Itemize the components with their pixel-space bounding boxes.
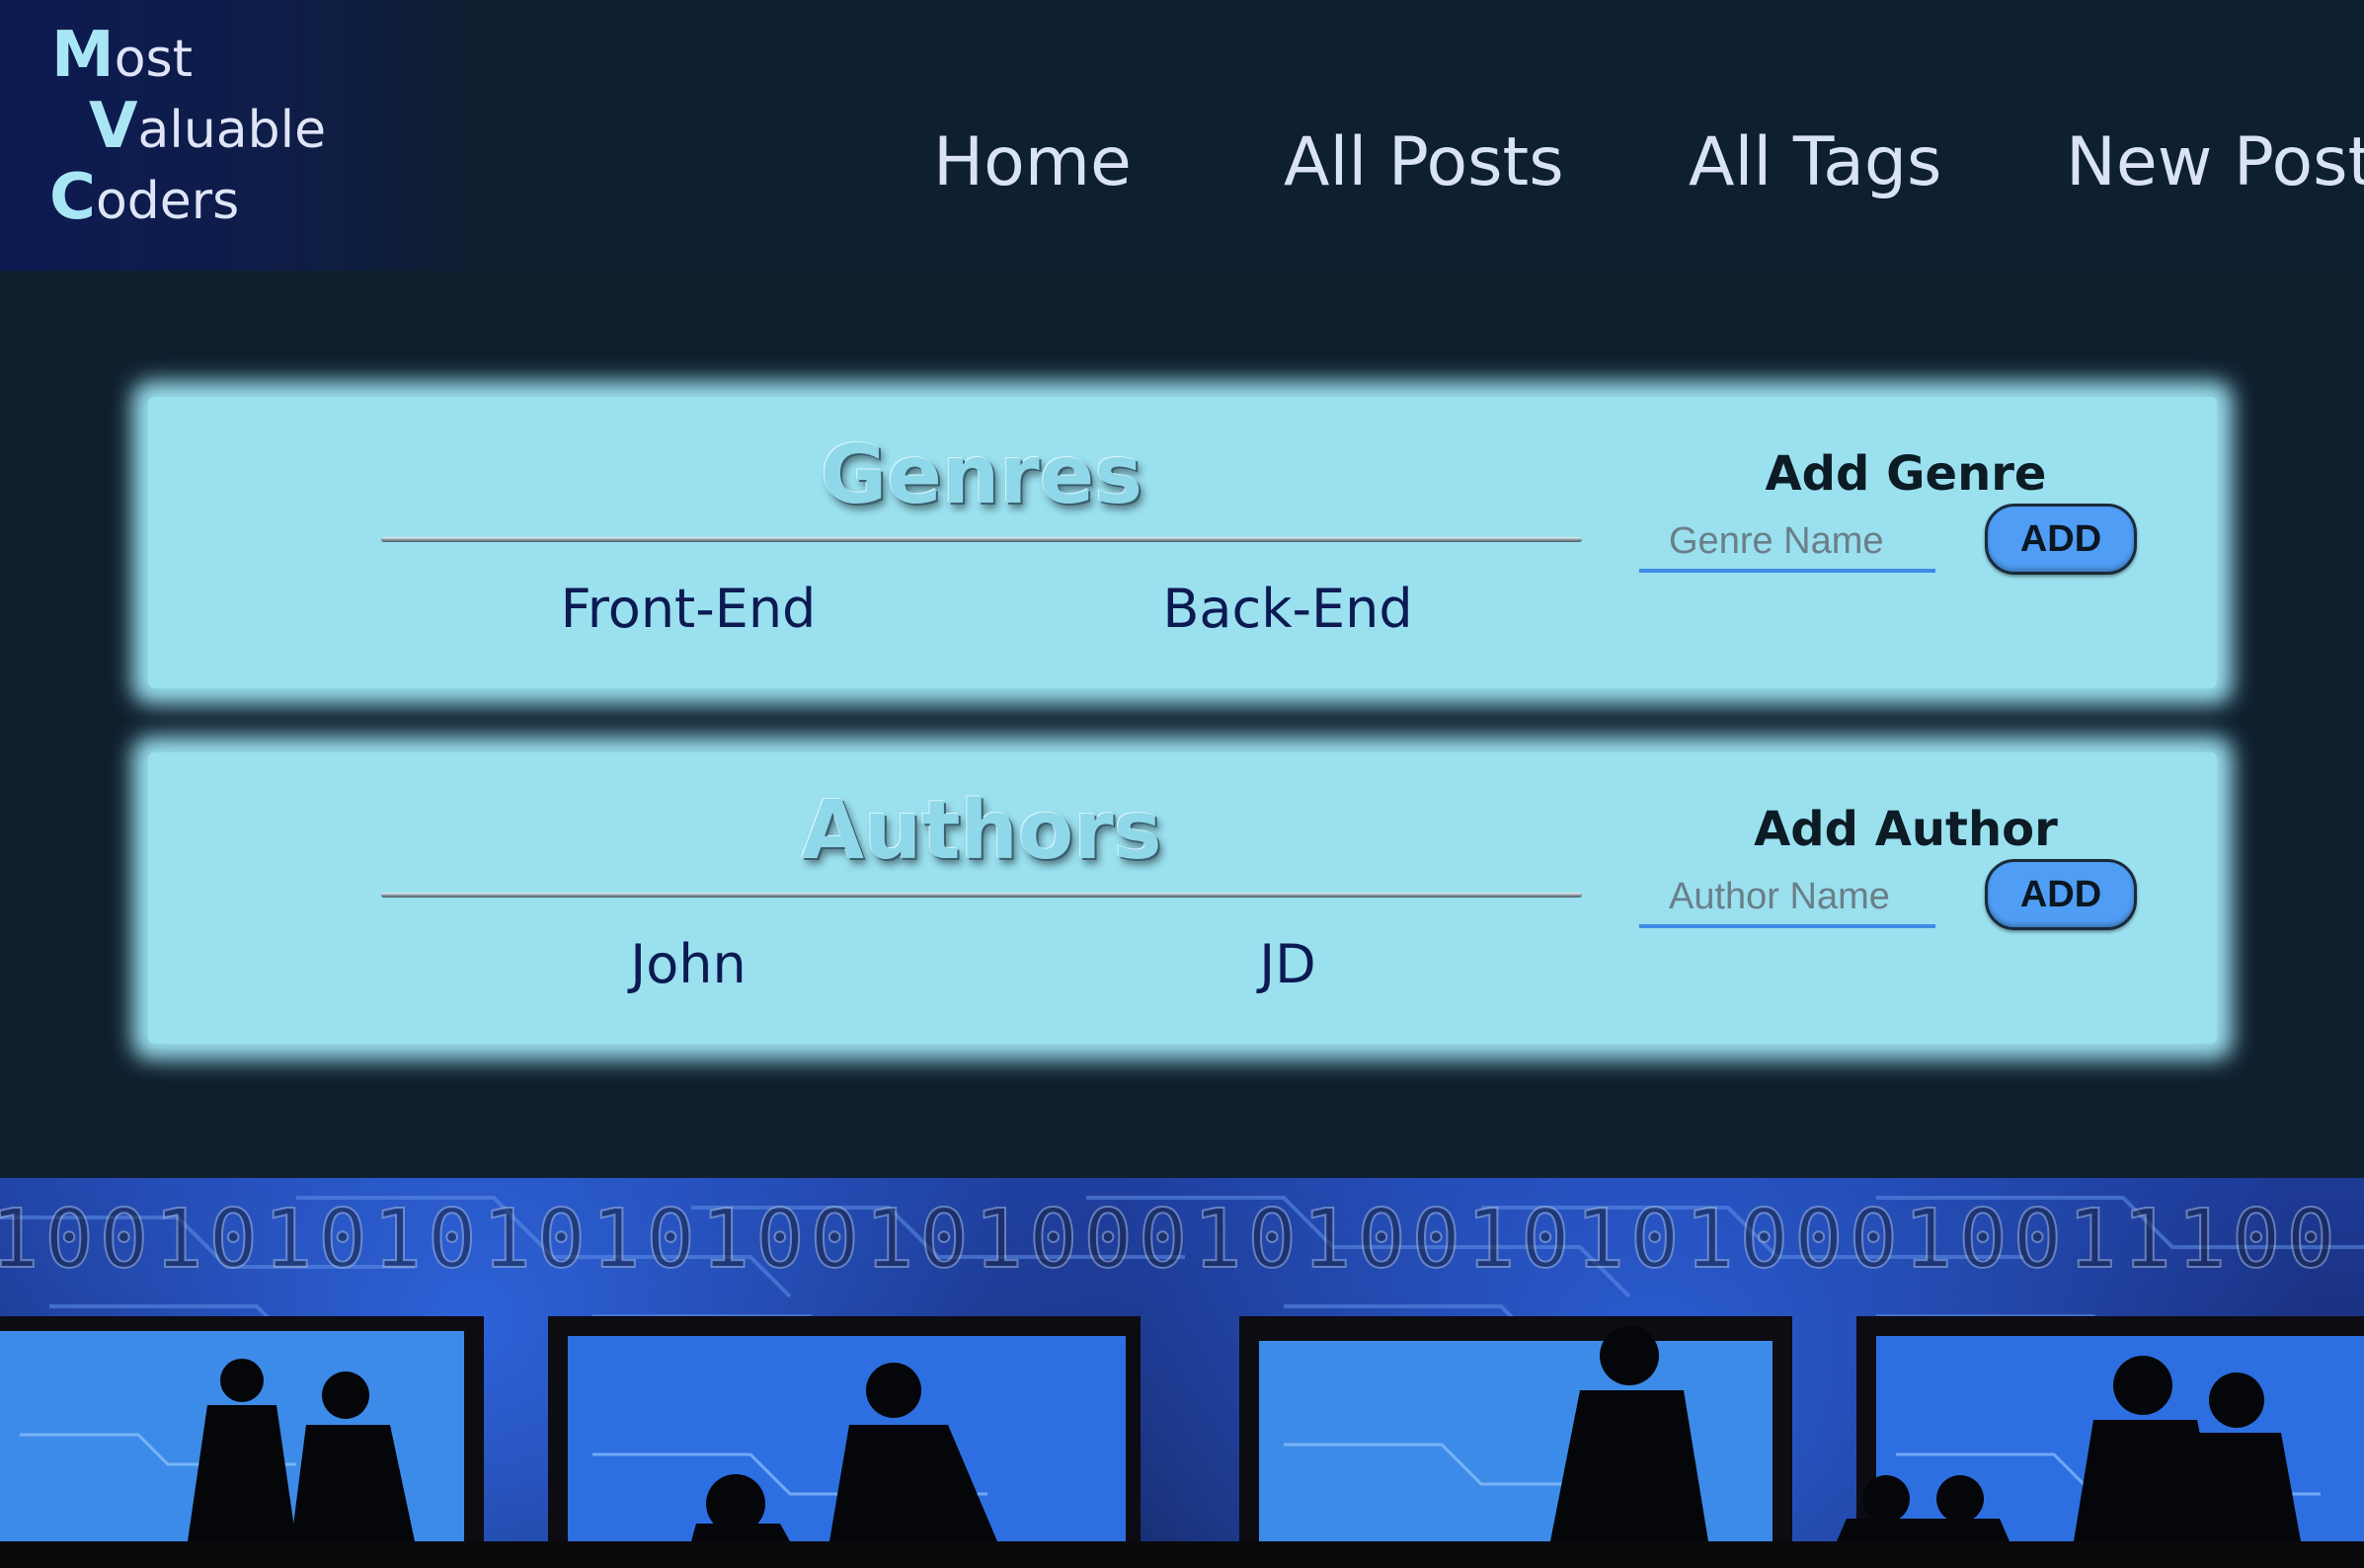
- author-item[interactable]: John: [491, 930, 886, 999]
- add-author-button[interactable]: ADD: [1985, 859, 2137, 930]
- add-genre-label: Add Genre: [1765, 446, 2047, 502]
- nav-link-all-posts[interactable]: All Posts: [1284, 118, 1564, 207]
- author-item[interactable]: JD: [1090, 930, 1485, 999]
- nav-link-all-tags[interactable]: All Tags: [1689, 118, 1941, 207]
- genres-title: Genres: [820, 429, 1143, 522]
- circuit-banner-art: 1001010101010100101000101001010100010011…: [0, 1192, 2364, 1541]
- genre-item[interactable]: Back-End: [1090, 575, 1485, 644]
- add-genre-button[interactable]: ADD: [1985, 504, 2137, 575]
- circuit-banner-image: 1001010101010100101000101001010100010011…: [0, 1178, 2364, 1541]
- authors-title: Authors: [801, 784, 1162, 878]
- genre-item[interactable]: Front-End: [491, 575, 886, 644]
- nav-link-home[interactable]: Home: [933, 118, 1132, 207]
- site-header: Most Valuable Coders Home All Posts All …: [0, 0, 2364, 271]
- genres-card: Genres Front-End Back-End Add Genre ADD: [148, 397, 2217, 688]
- genre-name-input[interactable]: [1639, 513, 1935, 573]
- logo-line-coders: Coders: [49, 161, 240, 234]
- add-author-label: Add Author: [1754, 802, 2058, 857]
- author-name-input[interactable]: [1639, 869, 1935, 928]
- genres-divider: [381, 537, 1582, 542]
- binary-digits-text: 1001010101010100101000101001010100010011…: [0, 1193, 2341, 1287]
- nav-link-new-post[interactable]: New Post: [2066, 118, 2364, 207]
- site-logo[interactable]: Most Valuable Coders: [0, 0, 494, 271]
- logo-line-most: Most: [51, 19, 193, 92]
- bottom-strip: [0, 1541, 2364, 1568]
- authors-card: Authors John JD Add Author ADD: [148, 752, 2217, 1044]
- logo-line-valuable: Valuable: [89, 90, 327, 163]
- authors-divider: [381, 893, 1582, 898]
